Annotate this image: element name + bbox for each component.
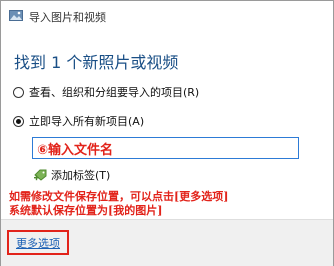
import-all-radio[interactable]: [13, 115, 24, 127]
add-tags-row[interactable]: 添加标签(T): [34, 167, 110, 183]
import-all-option[interactable]: 立即导入所有新项目(A): [13, 112, 144, 130]
more-options-highlight: 更多选项: [7, 230, 69, 255]
found-items-heading: 找到 1 个新照片或视频: [14, 53, 179, 72]
review-organize-option[interactable]: 查看、组织和分组要导入的项目(R): [13, 83, 199, 101]
title-bar: 导入图片和视频: [1, 1, 333, 31]
annotation-line-2: 系统默认保存位置为[我的图片]: [9, 204, 163, 217]
import-dialog: 导入图片和视频 找到 1 个新照片或视频 查看、组织和分组要导入的项目(R) 立…: [0, 0, 334, 266]
tag-icon: [34, 169, 47, 181]
add-tags-label: 添加标签(T): [51, 169, 111, 182]
window-title: 导入图片和视频: [29, 11, 106, 24]
file-name-input[interactable]: ⑥输入文件名: [32, 137, 299, 159]
annotation-line-1: 如需修改文件保存位置，可以点击[更多选项]: [9, 190, 229, 203]
photo-import-icon: [9, 10, 23, 21]
import-all-option-label: 立即导入所有新项目(A): [29, 115, 145, 128]
annotation-note: 如需修改文件保存位置，可以点击[更多选项] 系统默认保存位置为[我的图片]: [9, 190, 228, 218]
more-options-link[interactable]: 更多选项: [16, 235, 60, 251]
review-radio[interactable]: [13, 86, 24, 98]
review-option-label: 查看、组织和分组要导入的项目(R): [29, 86, 200, 99]
